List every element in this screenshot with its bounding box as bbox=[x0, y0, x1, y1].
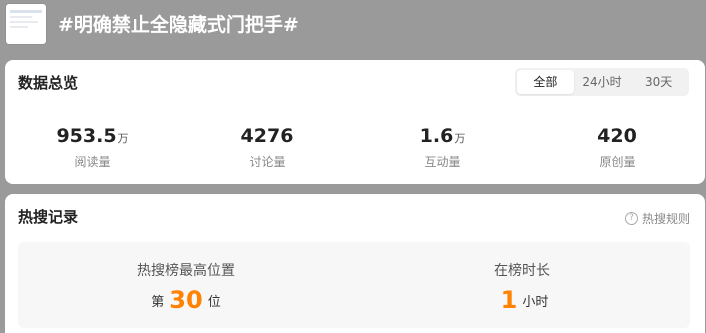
stats-row: 953.5万 阅读量 4276 讨论量 1.6万 互动量 420 原创量 bbox=[5, 124, 705, 169]
stat-number: 953.5 bbox=[56, 125, 117, 147]
thumbnail-line bbox=[10, 26, 28, 28]
stat-unit: 万 bbox=[454, 132, 466, 145]
peak-label: 热搜榜最高位置 bbox=[137, 263, 235, 279]
stat-label: 原创量 bbox=[599, 155, 636, 169]
time-range-tabs: 全部 24小时 30天 bbox=[515, 68, 689, 96]
topic-thumbnail[interactable] bbox=[6, 4, 46, 44]
overview-title: 数据总览 bbox=[18, 74, 79, 92]
hot-search-summary: 热搜榜最高位置 第 30 位 在榜时长 1 小时 bbox=[18, 242, 690, 328]
peak-position: 热搜榜最高位置 第 30 位 bbox=[18, 242, 354, 328]
stat-label: 阅读量 bbox=[74, 155, 111, 169]
hot-search-title: 热搜记录 bbox=[18, 208, 79, 226]
stat-number: 4276 bbox=[240, 125, 294, 147]
peak-value: 30 bbox=[169, 286, 203, 314]
stat-number: 1.6 bbox=[419, 125, 454, 147]
rules-label: 热搜规则 bbox=[641, 212, 690, 226]
stat-number: 420 bbox=[597, 125, 637, 147]
stat-value: 4276 bbox=[180, 124, 355, 151]
stat-value: 1.6万 bbox=[355, 124, 530, 151]
thumbnail-line bbox=[10, 16, 32, 18]
topic-title: #明确禁止全隐藏式门把手# bbox=[58, 14, 299, 36]
duration-on-list: 在榜时长 1 小时 bbox=[354, 242, 690, 328]
stat-value: 420 bbox=[530, 124, 705, 151]
help-icon: ? bbox=[624, 212, 638, 225]
stat-discussions: 4276 讨论量 bbox=[180, 124, 355, 169]
peak-prefix: 第 bbox=[151, 295, 165, 310]
hot-search-card: 热搜记录 ? 热搜规则 热搜榜最高位置 第 30 位 在榜时长 1 小时 bbox=[5, 194, 705, 333]
duration-label: 在榜时长 bbox=[494, 263, 550, 279]
duration-value: 1 bbox=[500, 286, 518, 314]
tab-24h[interactable]: 24小时 bbox=[574, 70, 631, 94]
stat-interactions: 1.6万 互动量 bbox=[355, 124, 530, 169]
peak-value-row: 第 30 位 bbox=[18, 286, 354, 314]
stat-originals: 420 原创量 bbox=[530, 124, 705, 169]
thumbnail-line bbox=[10, 10, 42, 13]
duration-value-row: 1 小时 bbox=[354, 286, 690, 314]
stat-reads: 953.5万 阅读量 bbox=[5, 124, 180, 169]
topic-header: #明确禁止全隐藏式门把手# bbox=[0, 0, 706, 56]
tab-all[interactable]: 全部 bbox=[517, 70, 574, 94]
stat-label: 讨论量 bbox=[249, 155, 286, 169]
overview-card: 数据总览 全部 24小时 30天 953.5万 阅读量 4276 讨论量 1.6… bbox=[5, 60, 705, 184]
stat-unit: 万 bbox=[117, 132, 129, 145]
tab-30d[interactable]: 30天 bbox=[630, 70, 687, 94]
stat-label: 互动量 bbox=[424, 155, 461, 169]
stat-value: 953.5万 bbox=[5, 124, 180, 151]
thumbnail-line bbox=[10, 21, 38, 23]
duration-suffix: 小时 bbox=[522, 295, 549, 310]
hot-search-rules-link[interactable]: ? 热搜规则 bbox=[624, 210, 690, 227]
peak-suffix: 位 bbox=[207, 295, 221, 310]
